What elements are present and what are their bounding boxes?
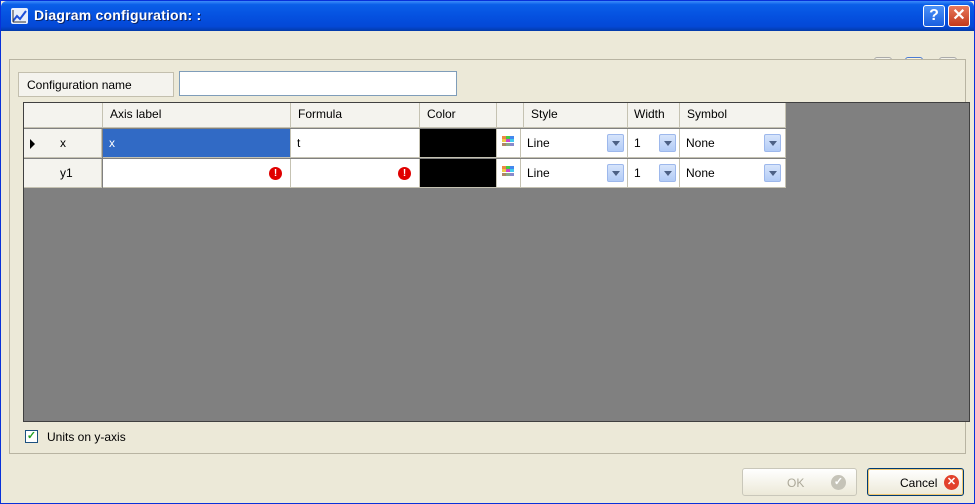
symbol-value: None <box>686 136 715 150</box>
column-header-formula[interactable]: Formula <box>291 103 420 128</box>
window-title: Diagram configuration: : <box>34 7 202 23</box>
symbol-select[interactable]: None <box>680 129 786 158</box>
chevron-down-icon[interactable] <box>659 134 676 152</box>
checkmark-icon: ✓ <box>831 475 846 490</box>
palette-icon <box>502 166 514 176</box>
help-icon: ? <box>929 7 939 24</box>
row-header-corner <box>24 103 103 128</box>
axis-grid: Axis label Formula Color Style Width Sym… <box>23 102 970 422</box>
dialog-window: Diagram configuration: : ? ✕ Configurati… <box>0 0 975 504</box>
column-header-symbol[interactable]: Symbol <box>680 103 786 128</box>
color-swatch-cell[interactable] <box>420 129 497 158</box>
current-row-arrow-icon <box>30 139 35 149</box>
style-select[interactable]: Line <box>521 159 628 188</box>
style-select[interactable]: Line <box>521 129 628 158</box>
configuration-name-label: Configuration name <box>18 72 174 97</box>
axis-label-cell[interactable]: ! <box>103 159 291 188</box>
color-palette-button[interactable] <box>497 129 521 158</box>
chevron-down-icon[interactable] <box>659 164 676 182</box>
width-value: 1 <box>634 136 641 150</box>
table-row[interactable]: x x t Line 1 None <box>24 129 786 158</box>
style-value: Line <box>527 166 550 180</box>
close-icon: ✕ <box>952 7 966 24</box>
chevron-down-icon[interactable] <box>764 164 781 182</box>
units-on-y-axis-checkbox[interactable]: ✓ <box>25 430 38 443</box>
width-select[interactable]: 1 <box>628 159 680 188</box>
ok-button[interactable]: OK ✓ <box>742 468 857 496</box>
cancel-button-label: Cancel <box>900 476 938 490</box>
color-swatch-cell[interactable] <box>420 159 497 188</box>
cancel-button[interactable]: Cancel ✕ <box>867 468 964 496</box>
diagram-app-icon <box>11 8 28 24</box>
row-name: x <box>60 136 66 150</box>
symbol-value: None <box>686 166 715 180</box>
configuration-name-input[interactable] <box>179 71 457 96</box>
row-header[interactable]: y1 <box>24 159 102 188</box>
symbol-select[interactable]: None <box>680 159 786 188</box>
column-header-color[interactable]: Color <box>420 103 497 128</box>
chevron-down-icon[interactable] <box>607 134 624 152</box>
units-on-y-axis-label: Units on y-axis <box>47 430 126 444</box>
close-button[interactable]: ✕ <box>948 5 970 27</box>
chevron-down-icon[interactable] <box>764 134 781 152</box>
row-name: y1 <box>60 166 73 180</box>
formula-cell[interactable]: t <box>291 129 420 158</box>
column-header-width[interactable]: Width <box>628 103 680 128</box>
title-bar[interactable]: Diagram configuration: : ? ✕ <box>1 1 974 31</box>
chevron-down-icon[interactable] <box>607 164 624 182</box>
grid-header-row: Axis label Formula Color Style Width Sym… <box>24 103 786 128</box>
help-button[interactable]: ? <box>923 5 945 27</box>
table-row[interactable]: y1 ! ! Line 1 None <box>24 159 786 188</box>
cancel-x-icon: ✕ <box>944 475 959 490</box>
column-header-axis-label[interactable]: Axis label <box>103 103 291 128</box>
formula-cell[interactable]: ! <box>291 159 420 188</box>
row-header[interactable]: x <box>24 129 102 158</box>
color-palette-button[interactable] <box>497 159 521 188</box>
column-header-style[interactable]: Style <box>524 103 628 128</box>
column-header-palette <box>497 103 524 128</box>
style-value: Line <box>527 136 550 150</box>
palette-icon <box>502 136 514 146</box>
width-value: 1 <box>634 166 641 180</box>
width-select[interactable]: 1 <box>628 129 680 158</box>
error-icon: ! <box>398 167 411 180</box>
ok-button-label: OK <box>787 476 805 490</box>
error-icon: ! <box>269 167 282 180</box>
axis-label-cell[interactable]: x <box>103 129 291 158</box>
